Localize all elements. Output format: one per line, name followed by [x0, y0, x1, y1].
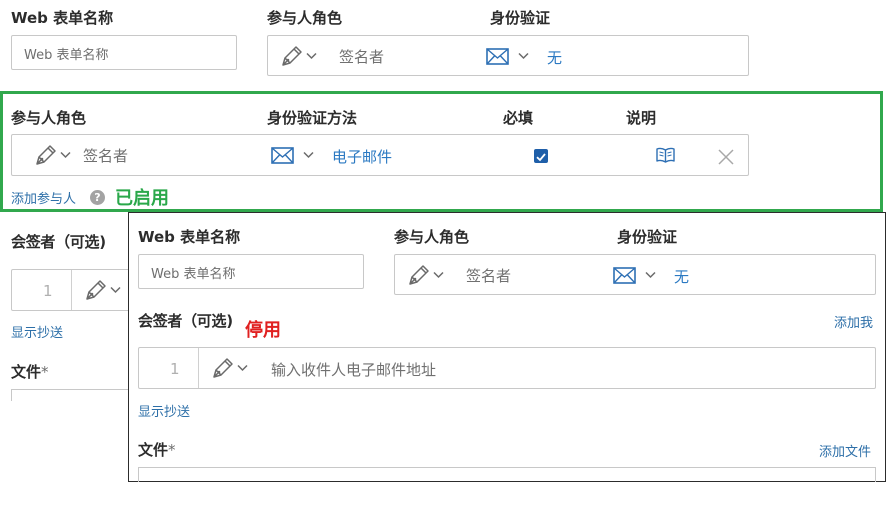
disabled-role-value[interactable]: 签名者	[466, 265, 511, 286]
participant-row: 签名者 无	[267, 35, 749, 76]
auth-label: 身份验证	[490, 9, 551, 27]
participant-role-label: 参与人角色	[267, 9, 343, 27]
enabled-auth-value[interactable]: 电子邮件	[332, 146, 392, 167]
web-form-name-placeholder: Web 表单名称	[24, 48, 109, 63]
cc-row-partial: 1	[11, 269, 136, 311]
chevron-down-icon[interactable]	[303, 151, 314, 159]
disabled-panel: Web 表单名称 Web 表单名称 参与人角色 身份验证 签名者 无 会签者（可…	[128, 212, 886, 482]
help-icon[interactable]: ?	[90, 190, 105, 205]
disabled-show-cc-link[interactable]: 显示抄送	[138, 401, 190, 420]
chevron-down-icon[interactable]	[433, 271, 444, 279]
disabled-order-number: 1	[170, 360, 180, 378]
file-label: 文件*	[11, 361, 49, 382]
disabled-cc-row: 1 输入收件人电子邮件地址	[138, 347, 876, 389]
disabled-state-label: 停用	[245, 320, 281, 341]
required-mark: *	[41, 363, 49, 381]
disabled-file-drop-area[interactable]	[138, 467, 876, 482]
pen-icon[interactable]	[84, 279, 108, 301]
order-number: 1	[43, 282, 53, 300]
pen-icon[interactable]	[407, 264, 431, 286]
mail-icon[interactable]	[486, 48, 509, 65]
web-form-name-label: Web 表单名称	[11, 9, 114, 27]
enabled-participant-row: 签名者 电子邮件	[11, 134, 749, 176]
mail-icon[interactable]	[271, 147, 294, 164]
enabled-participant-role-label: 参与人角色	[11, 109, 87, 127]
pen-icon[interactable]	[211, 357, 235, 379]
disabled-file-label-text: 文件	[138, 441, 169, 459]
mail-icon[interactable]	[613, 267, 636, 284]
notes-label: 说明	[626, 109, 657, 127]
file-drop-partial	[11, 389, 136, 401]
file-label-text: 文件	[11, 363, 42, 381]
cc-label: 会签者（可选)	[11, 233, 106, 251]
pen-icon[interactable]	[280, 45, 304, 67]
disabled-cc-label: 会签者（可选)	[138, 312, 233, 330]
pen-icon[interactable]	[34, 144, 58, 166]
add-me-link[interactable]: 添加我	[834, 312, 873, 331]
enabled-role-value[interactable]: 签名者	[83, 145, 128, 166]
disabled-participant-role-label: 参与人角色	[394, 228, 470, 246]
chevron-down-icon[interactable]	[645, 271, 656, 279]
required-label: 必填	[503, 109, 534, 127]
auth-value[interactable]: 无	[547, 47, 562, 68]
add-file-link[interactable]: 添加文件	[819, 441, 871, 460]
auth-method-label: 身份验证方法	[267, 109, 358, 127]
close-icon[interactable]	[718, 149, 734, 165]
chevron-down-icon[interactable]	[518, 52, 529, 60]
checkbox-checked-icon[interactable]	[534, 149, 548, 163]
chevron-down-icon[interactable]	[110, 286, 121, 294]
disabled-web-form-name-label: Web 表单名称	[138, 228, 241, 246]
disabled-required-mark: *	[168, 441, 176, 459]
disabled-web-form-name-placeholder: Web 表单名称	[151, 267, 236, 282]
web-form-name-input[interactable]: Web 表单名称	[11, 35, 237, 70]
disabled-auth-value[interactable]: 无	[674, 266, 689, 287]
add-participant-link[interactable]: 添加参与人	[11, 188, 76, 207]
book-icon[interactable]	[656, 147, 675, 163]
disabled-web-form-name-input[interactable]: Web 表单名称	[138, 254, 364, 289]
chevron-down-icon[interactable]	[60, 151, 71, 159]
chevron-down-icon[interactable]	[306, 52, 317, 60]
chevron-down-icon[interactable]	[237, 364, 248, 372]
disabled-auth-label: 身份验证	[617, 228, 678, 246]
enabled-state-label: 已启用	[115, 188, 169, 209]
role-value[interactable]: 签名者	[339, 46, 384, 67]
disabled-file-label: 文件*	[138, 439, 176, 460]
show-cc-link[interactable]: 显示抄送	[11, 322, 63, 341]
disabled-participant-row: 签名者 无	[394, 254, 876, 295]
recipient-email-input[interactable]: 输入收件人电子邮件地址	[271, 359, 436, 380]
